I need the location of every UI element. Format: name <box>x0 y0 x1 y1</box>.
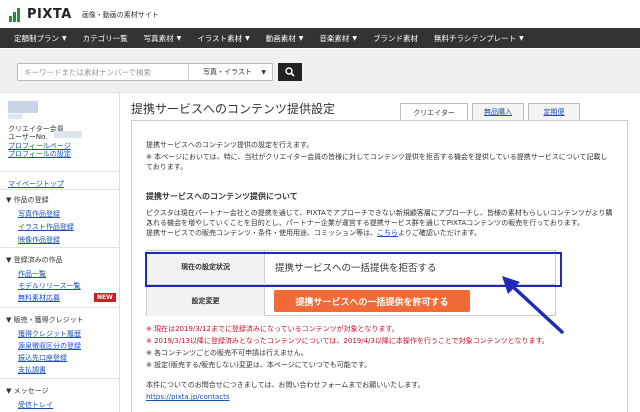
sidebar-section-sales[interactable]: ▼ 販売・獲得クレジット <box>6 315 84 325</box>
avatar <box>8 101 38 113</box>
annotation-arrow-icon <box>502 276 564 334</box>
search-type-select[interactable]: 写真・イラスト ▼ <box>188 64 272 80</box>
contact-text: 本件についてのお問合せにつきましては、お問い合わせフォームまでお願いいたします。 <box>146 381 425 389</box>
sidebar-divider <box>0 247 120 248</box>
about-text-2: される機会を増やしていくことを目的とし、パートナー企業が運営する提携サービス群を… <box>146 219 585 227</box>
chevron-down-icon: ▼ <box>352 34 357 42</box>
sidebar: クリエイター会員 ユーザーNo. プロフィールページ プロフィールの設定 マイペ… <box>0 93 120 412</box>
change-setting-label: 設定変更 <box>147 285 265 316</box>
about-text-3: 提携サービスでの販売コンテンツ・条件・使用用途、コミッション等は、こちらよりご確… <box>146 229 482 237</box>
profile-settings-link[interactable]: プロフィールの設定 <box>8 149 71 159</box>
nav-item-plan[interactable]: 定額制プラン ▼ <box>14 33 67 44</box>
chevron-down-icon: ▼ <box>176 34 182 42</box>
sidebar-item-works-list[interactable]: 作品一覧 <box>18 269 46 279</box>
search-box: 写真・イラスト ▼ <box>17 63 273 81</box>
sidebar-item-photo-register[interactable]: 写真作品登録 <box>18 209 60 219</box>
sidebar-item-bank-account[interactable]: 振込先口座登録 <box>18 353 67 363</box>
sidebar-item-payment-record[interactable]: 支払調書 <box>18 365 46 375</box>
nav-item-music[interactable]: 音楽素材 ▼ <box>319 33 357 44</box>
sidebar-item-credit-history[interactable]: 獲得クレジット履歴 <box>18 329 81 339</box>
sidebar-divider <box>0 378 120 379</box>
sidebar-item-video-register[interactable]: 映像作品登録 <box>18 235 60 245</box>
sidebar-divider <box>0 307 120 308</box>
search-icon <box>285 67 295 77</box>
sidebar-divider <box>0 189 120 190</box>
nav-item-video[interactable]: 動画素材 ▼ <box>266 33 304 44</box>
logo-subtitle: 画像・動画の素材サイト <box>81 10 159 19</box>
chevron-down-icon: ▼ <box>245 34 250 42</box>
tab-subscription[interactable]: 定期便 <box>528 103 580 120</box>
sidebar-section-message[interactable]: ▼ メッセージ <box>6 386 48 396</box>
page-title: 提携サービスへのコンテンツ提供設定 <box>131 102 336 116</box>
sidebar-divider <box>0 171 120 172</box>
nav-item-flyer[interactable]: 無料チラシテンプレート ▼ <box>434 33 524 44</box>
intro-note: ※ 本ページにおいては、特に、当社がクリエイター会員の皆様に対してコンテンツ提供… <box>146 153 608 161</box>
mypage-top-link[interactable]: マイページトップ <box>8 179 64 189</box>
tab-purchase[interactable]: 無品購入 <box>472 103 524 120</box>
sidebar-item-illust-register[interactable]: イラスト作品登録 <box>18 222 74 232</box>
sidebar-item-free-material[interactable]: 無料素材応募 <box>18 293 60 303</box>
sidebar-section-register[interactable]: ▼ 作品の登録 <box>6 195 49 205</box>
top-header: PIXTA 画像・動画の素材サイト <box>0 0 640 26</box>
permit-bulk-provision-button[interactable]: 提携サービスへの一括提供を許可する <box>274 290 470 312</box>
nav-item-category[interactable]: カテゴリ一覧 <box>83 33 128 44</box>
sidebar-item-inbox[interactable]: 受信トレイ <box>18 400 53 410</box>
note-2: ※ 設定(販売する/販売しない)変更は、本ページにていつでも可能です。 <box>146 361 372 369</box>
avatar-sub <box>8 114 22 119</box>
chevron-down-icon: ▼ <box>261 68 266 76</box>
nav-item-photo[interactable]: 写真素材 ▼ <box>144 33 182 44</box>
intro-text: 提携サービスへのコンテンツ提供の設定を行えます。 <box>146 141 314 149</box>
pixta-logo[interactable]: PIXTA 画像・動画の素材サイト <box>9 7 159 22</box>
main-nav: 定額制プラン ▼ カテゴリ一覧 写真素材 ▼ イラスト素材 ▼ 動画素材 ▼ 音楽素材 ▼… <box>0 28 640 48</box>
chevron-down-icon: ▼ <box>519 34 524 42</box>
sidebar-item-model-release[interactable]: モデルリリース一覧 <box>18 281 81 291</box>
contact-link[interactable]: https://pixta.jp/contacts <box>146 392 229 402</box>
note-red-2: ※ 2019/3/13以降に登録済みとなったコンテンツについては、2019/4/… <box>146 337 549 345</box>
nav-item-illust[interactable]: イラスト素材 ▼ <box>197 33 249 44</box>
search-input[interactable] <box>18 64 188 80</box>
details-link[interactable]: こちら <box>377 229 398 237</box>
new-badge: NEW <box>94 293 116 302</box>
logo-text: PIXTA <box>27 7 72 22</box>
note-1: ※ 各コンテンツごとの販売不可申請は行えません。 <box>146 349 308 357</box>
settings-row-change: 設定変更 提携サービスへの一括提供を許可する <box>147 284 555 316</box>
search-button[interactable] <box>278 63 302 81</box>
intro-note-cont: ております。 <box>146 163 188 171</box>
chevron-down-icon: ▼ <box>62 34 67 42</box>
search-bar-area: 写真・イラスト ▼ <box>0 49 640 93</box>
sidebar-section-registered[interactable]: ▼ 登録済みの作品 <box>6 255 63 265</box>
logo-mark-icon <box>9 7 23 22</box>
section-title: 提携サービスへのコンテンツ提供について <box>146 192 298 201</box>
tab-bar: クリエイター 無品購入 定期便 <box>400 103 580 121</box>
sidebar-item-withholding[interactable]: 源泉徴収区分の登録 <box>18 341 81 351</box>
chevron-down-icon: ▼ <box>298 34 304 42</box>
user-no-value <box>54 131 82 138</box>
tab-creator[interactable]: クリエイター <box>400 103 468 121</box>
note-red-1: ※ 現在は2019/3/12までに登録済みになっているコンテンツが対象となります… <box>146 325 399 333</box>
nav-item-brand[interactable]: ブランド素材 <box>373 33 418 44</box>
